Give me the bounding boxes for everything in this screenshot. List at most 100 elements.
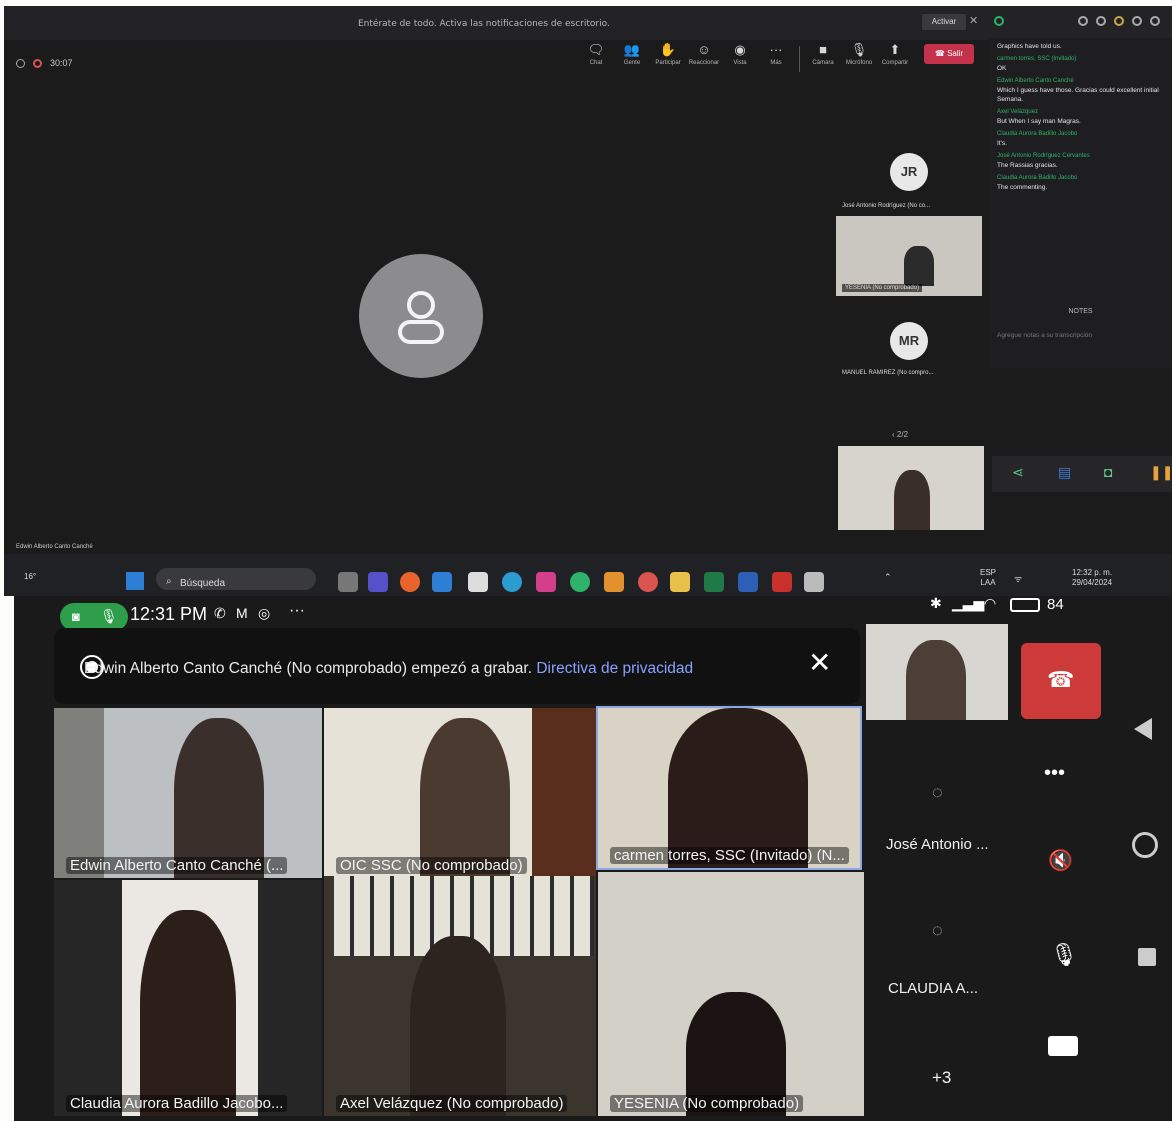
app-icon[interactable] [604,572,624,592]
camera-icon[interactable] [1048,1036,1078,1056]
microphone-label: Micrófono [845,60,873,66]
recents-nav-icon[interactable] [1138,948,1156,966]
notes-icon[interactable]: ▤ [1058,464,1071,481]
info-icon[interactable] [1150,16,1160,26]
participant-name: YESENIA (No comprobado) [610,1095,804,1112]
person-silhouette [420,718,510,878]
react-label: Reaccionar [688,60,720,66]
desktop-teams-window: Entérate de todo. Activa las notificacio… [4,6,1172,596]
word-icon[interactable] [738,572,758,592]
react-button[interactable]: ☺ Reaccionar [686,42,722,76]
participant-name[interactable]: CLAUDIA A... [888,980,978,997]
shield-icon [1096,16,1106,26]
wifi-icon: ◠ [984,596,997,611]
participant-tile[interactable]: YESENIA (No comprobado) [836,216,982,296]
banner-text: Edwin Alberto Canto Canché (No comprobad… [84,660,533,677]
participant-video[interactable]: OIC SSC (No comprobado) [324,708,596,878]
end-call-button[interactable]: ☎ [1021,643,1101,719]
store-icon[interactable] [468,572,488,592]
firefox-icon[interactable] [400,572,420,592]
app-icon[interactable] [338,572,358,592]
language-indicator[interactable]: ESP LAA [980,568,996,588]
participant-video[interactable]: YESENIA (No comprobado) [598,872,864,1116]
participant-video[interactable]: Claudia Aurora Badillo Jacobo... [54,880,322,1116]
app-icon[interactable] [432,572,452,592]
notes-input[interactable]: Agregue notas a su transcripción [997,332,1092,339]
raise-hand-button[interactable]: ✋ Participar [650,42,686,76]
close-icon[interactable]: ✕ [969,14,978,27]
self-view-tile[interactable] [838,446,984,530]
gear-icon[interactable] [1132,16,1142,26]
chevron-up-icon[interactable]: ⌃ [884,572,892,583]
people-button[interactable]: 👥 Gente [614,42,650,76]
person-icon [398,291,444,344]
notes-header: NOTES [1068,308,1093,315]
share-button[interactable]: ⬆ Compartir [877,42,913,76]
recording-icon [33,59,42,68]
notification-bar: Entérate de todo. Activa las notificacio… [4,6,1172,40]
notification-text: Entérate de todo. Activa las notificacio… [358,19,610,29]
teams-icon[interactable] [368,572,388,592]
participant-video[interactable]: carmen torres, SSC (Invitado) (N... [596,706,862,870]
more-label: Más [770,60,782,66]
participant-video[interactable]: Edwin Alberto Canto Canché (... [54,708,322,878]
more-participants[interactable]: +3 [932,1068,951,1088]
chat-button[interactable]: 🗨 Chat [578,42,614,76]
activate-notifications-button[interactable]: Activar [922,14,966,30]
back-nav-icon[interactable] [1134,718,1152,740]
folder-icon[interactable] [670,572,690,592]
microphone-off-icon[interactable]: 🎙 [1050,942,1078,968]
search-label: Búsqueda [180,578,226,589]
camera-button[interactable]: ■ Cámara [805,42,841,76]
camera-icon[interactable]: ◘ [1104,464,1112,480]
more-button[interactable]: ··· Más [758,42,794,76]
more-icon: ··· [769,42,783,57]
person-silhouette [668,708,808,868]
participant-tile[interactable]: JR José Antonio Rodríguez (No co... [836,141,982,213]
avatar [359,254,483,378]
mail-icon: M [236,605,248,621]
settings-icon[interactable] [1078,16,1088,26]
wifi-icon[interactable]: ᯤ [1014,572,1022,585]
leave-button[interactable]: ☎ Salir [924,44,974,64]
share-icon[interactable]: ⋖ [1012,464,1024,481]
edge-icon[interactable] [502,572,522,592]
view-button[interactable]: ◉ Vista [722,42,758,76]
microphone-icon: 🎙 [100,608,118,624]
speaker-mute-icon[interactable]: 🔇 [1048,848,1073,873]
account-icon[interactable] [1114,16,1124,26]
weather-widget[interactable]: 16° [24,572,36,581]
chat-text: But When I say man Magras. [997,118,1081,125]
avatar: MR [890,322,928,360]
taskbar-clock[interactable]: 12:32 p. m. 29/04/2024 [1072,568,1112,588]
windows-start-icon[interactable] [126,572,144,590]
participant-name: carmen torres, SSC (Invitado) (N... [610,847,849,864]
participant-tile[interactable]: MR MANUEL RAMIREZ (No compro... [836,308,982,380]
call-timer: 30:07 [50,58,73,68]
participant-video[interactable]: Axel Velázquez (No comprobado) [324,876,596,1116]
lang-line-2: LAA [980,578,996,587]
participant-name: MANUEL RAMIREZ (No compro... [842,370,934,376]
chrome-icon[interactable] [638,572,658,592]
microphone-icon: 🎙 [850,42,868,57]
people-icon: 👥 [623,42,641,57]
home-nav-icon[interactable] [1132,832,1158,858]
lang-line-1: ESP [980,568,997,577]
headset-icon: ◌ [932,920,943,940]
self-view-tile[interactable] [866,624,1008,720]
participant-name[interactable]: José Antonio ... [886,836,989,853]
app-icon[interactable] [804,572,824,592]
chat-author: José Antonio Rodríguez Cervantes [997,153,1090,159]
privacy-link[interactable]: Directiva de privacidad [536,660,693,677]
more-options-icon[interactable]: ••• [1044,762,1065,785]
companion-toolbar: ⋖ ▤ ◘ ❚❚ [992,456,1172,492]
microphone-button[interactable]: 🎙 Micrófono [841,42,877,76]
participant-name: Edwin Alberto Canto Canché (... [66,857,288,874]
instagram-icon[interactable] [536,572,556,592]
excel-icon[interactable] [704,572,724,592]
page-indicator[interactable]: ‹ 2/2 [892,430,908,439]
pause-icon[interactable]: ❚❚ [1150,464,1172,481]
pdf-icon[interactable] [772,572,792,592]
whatsapp-icon[interactable] [570,572,590,592]
close-icon[interactable]: ✕ [808,646,831,679]
